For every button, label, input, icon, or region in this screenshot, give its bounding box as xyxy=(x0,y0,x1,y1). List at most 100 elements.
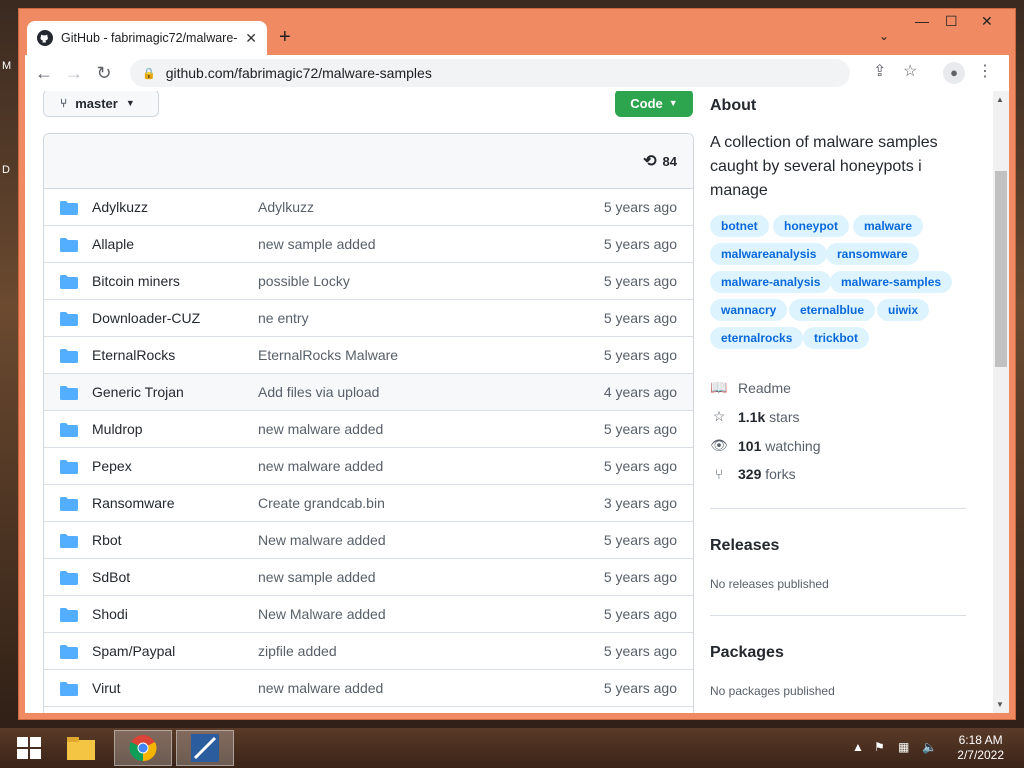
browser-tab[interactable]: GitHub - fabrimagic72/malware- ✕ xyxy=(27,21,267,55)
commit-message-link[interactable]: possible Locky xyxy=(258,273,350,289)
commit-message-link[interactable]: zipfile added xyxy=(258,643,337,659)
file-name-link[interactable]: Rbot xyxy=(92,532,122,548)
commit-message-link[interactable]: New Malware added xyxy=(258,606,386,622)
start-button[interactable] xyxy=(0,730,58,766)
file-name-link[interactable]: Adylkuzz xyxy=(92,199,148,215)
system-clock[interactable]: 6:18 AM 2/7/2022 xyxy=(957,733,1004,763)
topic-tag[interactable]: eternalrocks xyxy=(710,327,804,349)
action-center-flag-icon[interactable]: ⚑ xyxy=(874,740,885,754)
file-row[interactable]: Downloader-CUZ ne entry 5 years ago xyxy=(44,300,693,337)
topic-tag[interactable]: trickbot xyxy=(803,327,870,349)
file-row[interactable]: Rbot New malware added 5 years ago xyxy=(44,522,693,559)
topic-tag[interactable]: botnet xyxy=(710,215,769,237)
commit-message-link[interactable]: new sample added xyxy=(258,236,376,252)
close-window-button[interactable]: ✕ xyxy=(981,13,993,30)
minimize-button[interactable]: — xyxy=(915,13,929,29)
file-name-link[interactable]: Virut xyxy=(92,680,121,696)
commit-message-link[interactable]: new malware added xyxy=(258,680,383,696)
new-tab-button[interactable]: + xyxy=(279,26,291,49)
chrome-taskbar-button[interactable] xyxy=(114,730,172,766)
file-name-link[interactable]: Bitcoin miners xyxy=(92,273,180,289)
commit-message-link[interactable]: Adylkuzz xyxy=(258,199,314,215)
file-name-link[interactable]: Allaple xyxy=(92,236,134,252)
commit-message-link[interactable]: new malware added xyxy=(258,421,383,437)
tab-search-chevron-icon[interactable]: ⌄ xyxy=(879,29,889,43)
file-row[interactable]: Shodi New Malware added 5 years ago xyxy=(44,596,693,633)
commit-age: 5 years ago xyxy=(603,347,677,363)
network-icon[interactable]: ▦ xyxy=(898,740,909,754)
app-taskbar-button[interactable] xyxy=(176,730,234,766)
file-row[interactable]: Virut new malware added 5 years ago xyxy=(44,670,693,707)
watching-link[interactable]: 👁 101 watching xyxy=(710,437,820,454)
topic-tag[interactable]: ransomware xyxy=(826,243,919,265)
file-row[interactable]: SdBot new sample added 5 years ago xyxy=(44,559,693,596)
file-row[interactable]: Spam/Paypal zipfile added 5 years ago xyxy=(44,633,693,670)
commit-message-link[interactable]: new malware added xyxy=(258,458,383,474)
file-explorer-taskbar-button[interactable] xyxy=(52,730,110,766)
topic-tag[interactable]: eternalblue xyxy=(789,299,876,321)
file-name-link[interactable]: Downloader-CUZ xyxy=(92,310,200,326)
page-scrollbar[interactable]: ▲ ▼ xyxy=(993,91,1009,713)
topic-tag[interactable]: malware xyxy=(853,215,924,237)
file-row[interactable]: Allaple new sample added 5 years ago xyxy=(44,226,693,263)
topic-tag[interactable]: malware-samples xyxy=(830,271,953,293)
maximize-button[interactable]: ☐ xyxy=(945,13,958,30)
commit-count[interactable]: 84 xyxy=(663,154,677,169)
releases-heading[interactable]: Releases xyxy=(710,537,779,555)
topic-tag[interactable]: uiwix xyxy=(877,299,930,321)
windows-logo-icon xyxy=(17,737,41,759)
branch-selector-button[interactable]: ⑂ master ▼ xyxy=(43,91,159,117)
browser-toolbar: ← → ↻ 🔒 github.com/fabrimagic72/malware-… xyxy=(25,55,1009,91)
packages-heading[interactable]: Packages xyxy=(710,644,784,662)
back-arrow-icon[interactable]: ← xyxy=(29,63,59,84)
forks-label: forks xyxy=(765,466,796,482)
address-bar[interactable]: 🔒 github.com/fabrimagic72/malware-sample… xyxy=(130,59,850,87)
code-button[interactable]: Code ▼ xyxy=(615,91,693,117)
file-name-link[interactable]: Muldrop xyxy=(92,421,143,437)
file-row[interactable]: Adylkuzz Adylkuzz 5 years ago xyxy=(44,189,693,226)
file-row[interactable]: Pepex new malware added 5 years ago xyxy=(44,448,693,485)
topic-tag[interactable]: honeypot xyxy=(773,215,849,237)
topic-tag[interactable]: malware-analysis xyxy=(710,271,832,293)
file-name-link[interactable]: Ransomware xyxy=(92,495,174,511)
reload-icon[interactable]: ↻ xyxy=(89,63,119,84)
file-row[interactable]: Ransomware Create grandcab.bin 3 years ago xyxy=(44,485,693,522)
file-row[interactable]: EternalRocks EternalRocks Malware 5 years … xyxy=(44,337,693,374)
scroll-up-icon[interactable]: ▲ xyxy=(996,95,1004,104)
scrollbar-thumb[interactable] xyxy=(995,171,1007,367)
file-name-link[interactable]: SdBot xyxy=(92,569,130,585)
readme-link[interactable]: 📖 Readme xyxy=(710,379,791,396)
tab-close-icon[interactable]: ✕ xyxy=(245,30,257,47)
profile-avatar-icon[interactable]: ● xyxy=(943,62,965,84)
commit-age: 5 years ago xyxy=(603,458,677,474)
clock-date: 2/7/2022 xyxy=(957,748,1004,762)
commit-message-link[interactable]: EternalRocks Malware xyxy=(258,347,398,363)
bookmark-star-icon[interactable]: ☆ xyxy=(903,61,917,81)
commit-message-link[interactable]: ne entry xyxy=(258,310,309,326)
stars-link[interactable]: ☆ 1.1k stars xyxy=(710,408,800,425)
file-row[interactable]: Muldrop new malware added 5 years ago xyxy=(44,411,693,448)
folder-icon xyxy=(60,275,78,289)
commit-message-link[interactable]: Add files via upload xyxy=(258,384,379,400)
scroll-down-icon[interactable]: ▼ xyxy=(996,700,1004,709)
commit-message-link[interactable]: new sample added xyxy=(258,569,376,585)
topic-tag[interactable]: malwareanalysis xyxy=(710,243,828,265)
file-name-link[interactable]: Pepex xyxy=(92,458,132,474)
file-name-link[interactable]: EternalRocks xyxy=(92,347,175,363)
volume-muted-icon[interactable]: 🔈 xyxy=(922,740,937,754)
forward-arrow-icon[interactable]: → xyxy=(59,63,89,84)
show-hidden-icons-chevron-icon[interactable]: ▲ xyxy=(852,740,864,754)
share-icon[interactable]: ⇪ xyxy=(873,61,886,81)
folder-icon xyxy=(60,423,78,437)
file-name-link[interactable]: Generic Trojan xyxy=(92,384,184,400)
commit-age: 5 years ago xyxy=(603,606,677,622)
topic-tag[interactable]: wannacry xyxy=(710,299,788,321)
commit-message-link[interactable]: Create grandcab.bin xyxy=(258,495,385,511)
file-row[interactable]: Generic Trojan Add files via upload 4 year… xyxy=(44,374,693,411)
forks-link[interactable]: ⑂ 329 forks xyxy=(710,466,796,482)
file-row[interactable]: Bitcoin miners possible Locky 5 years ago xyxy=(44,263,693,300)
commit-message-link[interactable]: New malware added xyxy=(258,532,386,548)
file-name-link[interactable]: Spam/Paypal xyxy=(92,643,175,659)
file-name-link[interactable]: Shodi xyxy=(92,606,128,622)
menu-kebab-icon[interactable]: ⋮ xyxy=(977,61,993,81)
